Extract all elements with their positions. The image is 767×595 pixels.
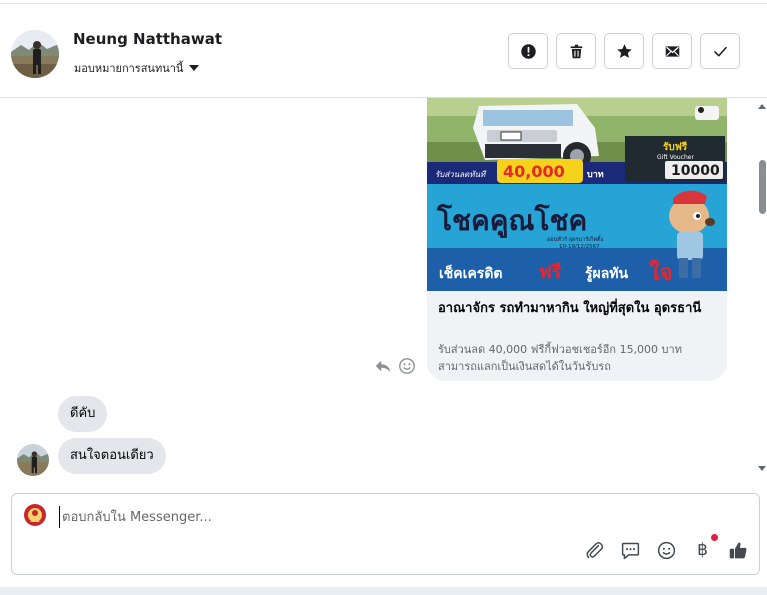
discount-prefix: รับส่วนลดทันที [435, 170, 486, 179]
ad-card-description: รับส่วนลด 40,000 ฟรีกี้ฟวอชเชอร์อีก 15,0… [438, 343, 682, 373]
thread-scrollbar[interactable] [758, 98, 767, 484]
emoji-button[interactable] [656, 540, 677, 561]
chat-bubble-icon [621, 542, 640, 560]
incoming-message-bubble[interactable]: ดีคับ [58, 396, 108, 432]
messenger-inbox-view: Neung Natthawat มอบหมายการสนทนานี้ รับส่… [0, 0, 767, 595]
ad-share-card[interactable]: รับส่วนลดทันที 40,000 บาท รับฟรี Gift Vo… [427, 98, 727, 381]
ad-card-title[interactable]: อาณาจักร รถทำมาหากิน ใหญ่ที่สุดใน อุดรธา… [438, 299, 718, 319]
composer-toolbar: ฿ [584, 534, 749, 561]
message-thread: รับส่วนลดทันที 40,000 บาท รับฟรี Gift Vo… [0, 98, 758, 484]
page-avatar [22, 502, 48, 528]
exclamation-circle-icon [520, 43, 536, 59]
star-icon [616, 43, 632, 58]
ad-promo-heart: ใจ [649, 259, 673, 286]
discount-amount: 40,000 [503, 162, 565, 181]
scroll-up-arrow-icon[interactable] [758, 104, 766, 109]
scrollbar-thumb[interactable] [759, 160, 766, 214]
conversation-actions [508, 33, 740, 69]
payment-request-button[interactable]: ฿ [692, 534, 718, 561]
sender-avatar [17, 444, 49, 476]
ad-promo-result: รู้ผลทัน [585, 266, 629, 282]
send-like-button[interactable] [728, 540, 749, 561]
notification-dot [711, 534, 718, 541]
ad-event-date: 10-19/12/2567 [559, 244, 600, 250]
scroll-down-arrow-icon[interactable] [758, 466, 766, 471]
discount-unit: บาท [587, 170, 604, 180]
ad-promo-credit: เช็คเครดิต [439, 264, 503, 282]
contact-name[interactable]: Neung Natthawat [73, 30, 222, 48]
paperclip-icon [586, 542, 604, 559]
trash-icon [570, 44, 582, 58]
mark-done-button[interactable] [700, 33, 740, 69]
thumbs-up-icon [729, 542, 747, 559]
smiley-icon [657, 541, 676, 560]
emoji-reaction-icon[interactable] [398, 357, 416, 375]
contact-avatar[interactable] [11, 30, 59, 78]
saved-replies-button[interactable] [620, 540, 641, 561]
voucher-label: รับฟรี [663, 141, 688, 153]
bottom-strip [0, 587, 767, 595]
voucher-sub: Gift Voucher [657, 154, 694, 161]
caret-down-icon [189, 65, 200, 71]
ad-headline: โชคคูณโชค [436, 203, 587, 238]
reply-composer: ฿ [11, 493, 760, 575]
baht-icon: ฿ [697, 540, 708, 560]
ad-event-line: ออนทัวร์ อุดรมาร์เก็ตติ้ง [547, 235, 604, 243]
ad-image[interactable]: รับส่วนลดทันที 40,000 บาท รับฟรี Gift Vo… [427, 98, 727, 291]
attach-file-button[interactable] [584, 540, 605, 561]
mark-spam-button[interactable] [508, 33, 548, 69]
mark-unread-button[interactable] [652, 33, 692, 69]
checkmark-icon [713, 46, 727, 57]
reply-icon[interactable] [374, 357, 392, 375]
ad-promo-free: ฟรี [539, 262, 562, 283]
incoming-message-bubble[interactable]: สนใจตอนเดียว [58, 438, 166, 474]
voucher-amount: 10000 [671, 163, 720, 179]
assign-label: มอบหมายการสนทนานี้ [74, 62, 184, 75]
delete-button[interactable] [556, 33, 596, 69]
message-hover-tools [374, 357, 416, 375]
star-button[interactable] [604, 33, 644, 69]
conversation-header: Neung Natthawat มอบหมายการสนทนานี้ [0, 4, 767, 98]
assign-conversation-dropdown[interactable]: มอบหมายการสนทนานี้ [74, 59, 200, 77]
envelope-icon [665, 45, 679, 57]
reply-input[interactable] [59, 506, 619, 528]
